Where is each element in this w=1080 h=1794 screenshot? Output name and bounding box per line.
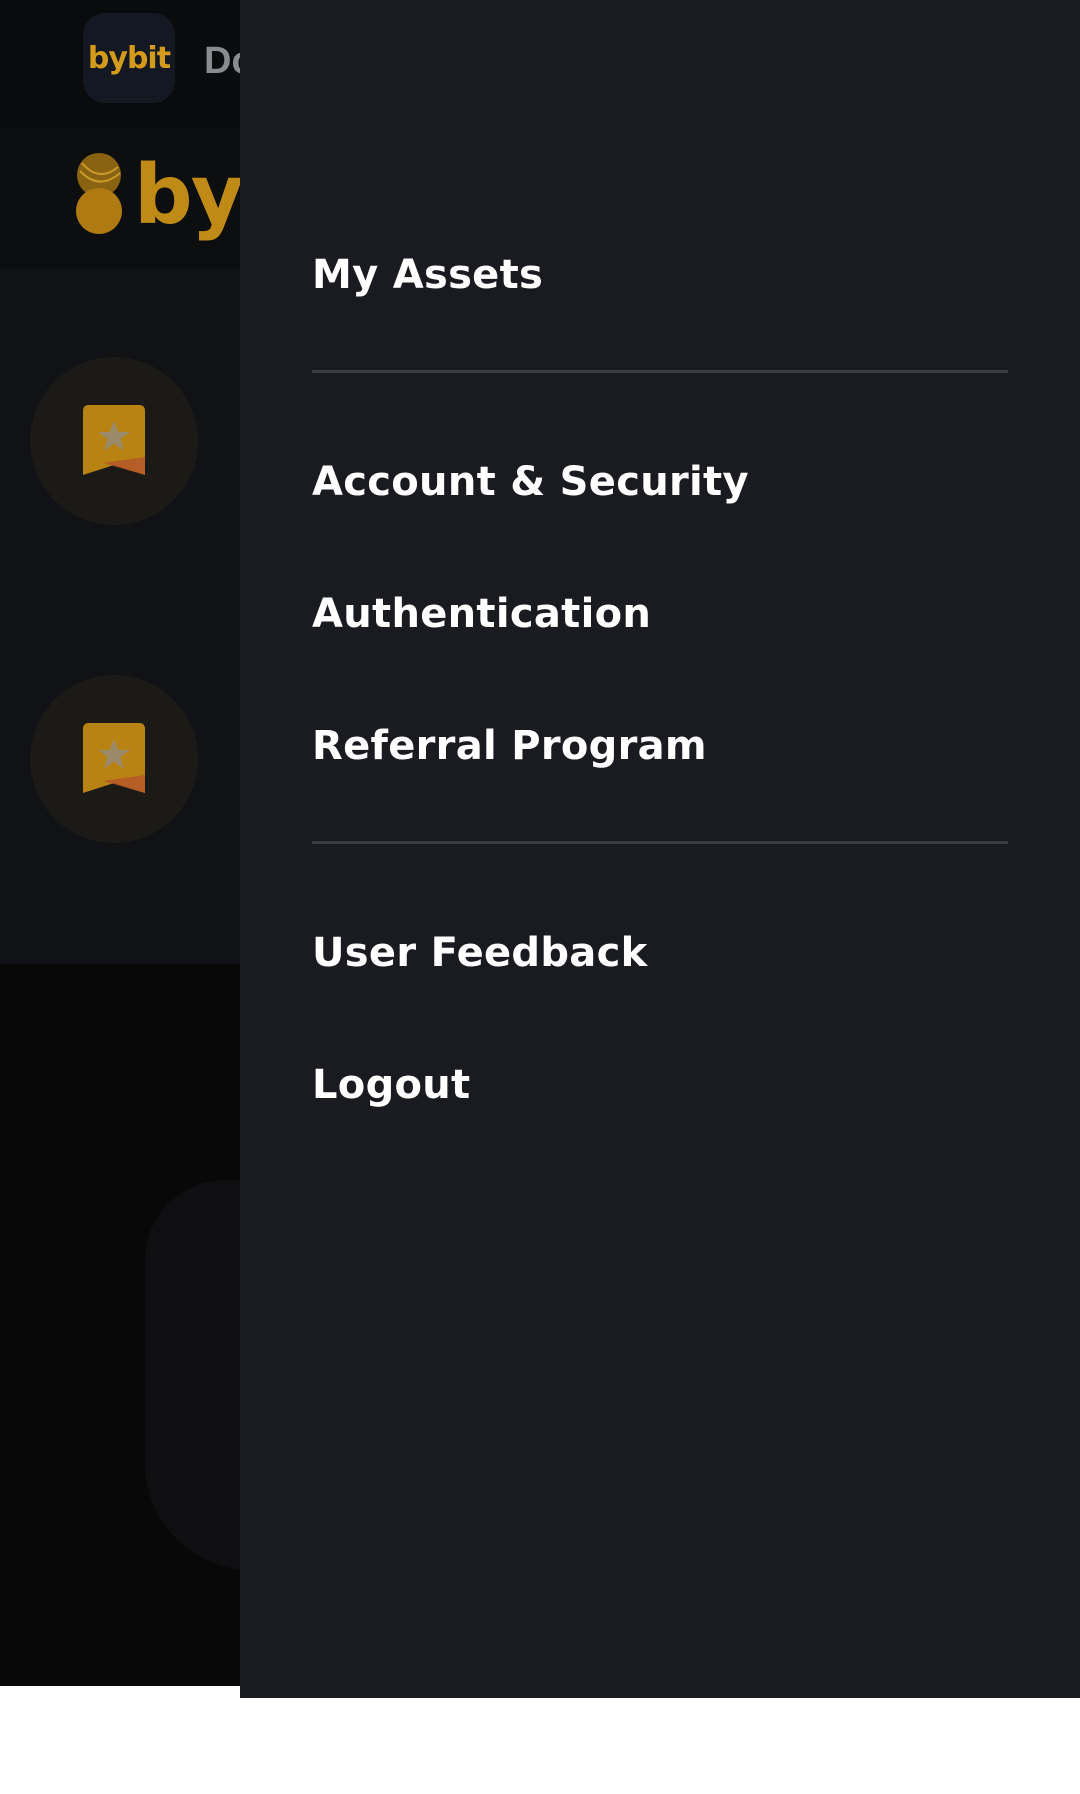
- menu-item-user-feedback[interactable]: User Feedback: [312, 930, 648, 976]
- background-brand-word: byb: [134, 148, 240, 243]
- app-icon-label: bybit: [87, 40, 171, 76]
- background-brand-row: byb: [0, 128, 240, 268]
- menu-item-account-security[interactable]: Account & Security: [312, 459, 749, 505]
- logo-mark-icon: [76, 153, 122, 234]
- background-title-fragment: Do: [204, 40, 240, 82]
- menu-item-logout[interactable]: Logout: [312, 1062, 470, 1108]
- menu-divider: [312, 370, 1008, 373]
- bookmark-star-icon: [83, 723, 145, 793]
- navigation-drawer: My Assets Account & Security Authenticat…: [240, 0, 1080, 1698]
- background-top-bar: bybit Do: [0, 0, 240, 128]
- menu-divider: [312, 841, 1008, 844]
- background-feature-circle: [30, 357, 198, 525]
- app-icon: bybit: [83, 13, 175, 103]
- background-feature-circle: [30, 675, 198, 843]
- menu-item-my-assets[interactable]: My Assets: [312, 252, 543, 298]
- menu-item-authentication[interactable]: Authentication: [312, 591, 651, 637]
- menu-item-referral-program[interactable]: Referral Program: [312, 723, 707, 769]
- background-content: [0, 268, 240, 964]
- bookmark-star-icon: [83, 405, 145, 475]
